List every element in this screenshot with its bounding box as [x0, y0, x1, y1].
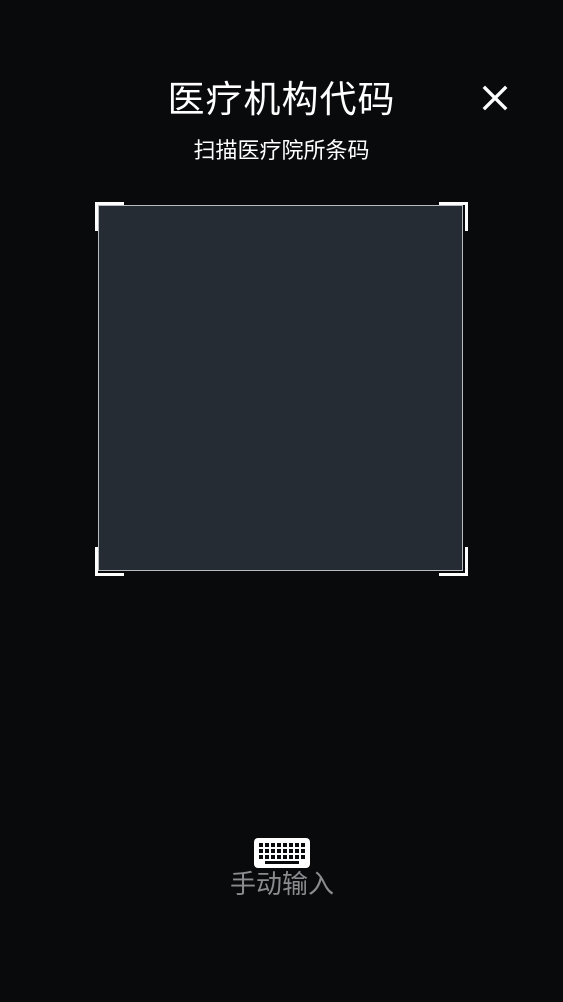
camera-viewfinder	[98, 205, 463, 571]
frame-corner-top-left	[95, 202, 124, 231]
manual-entry-label: 手动输入	[229, 870, 334, 900]
frame-corner-bottom-left	[95, 547, 124, 576]
frame-corner-top-right	[439, 202, 468, 231]
close-button[interactable]	[479, 82, 511, 114]
page-subtitle: 扫描医疗院所条码	[193, 139, 370, 164]
scan-frame	[95, 202, 468, 576]
close-icon	[482, 85, 508, 111]
manual-entry-button[interactable]: 手动输入	[206, 834, 358, 908]
keyboard-icon	[254, 838, 310, 868]
frame-corner-bottom-right	[439, 547, 468, 576]
scanner-screen: 医疗机构代码 扫描医疗院所条码 手动输入	[0, 0, 563, 1002]
